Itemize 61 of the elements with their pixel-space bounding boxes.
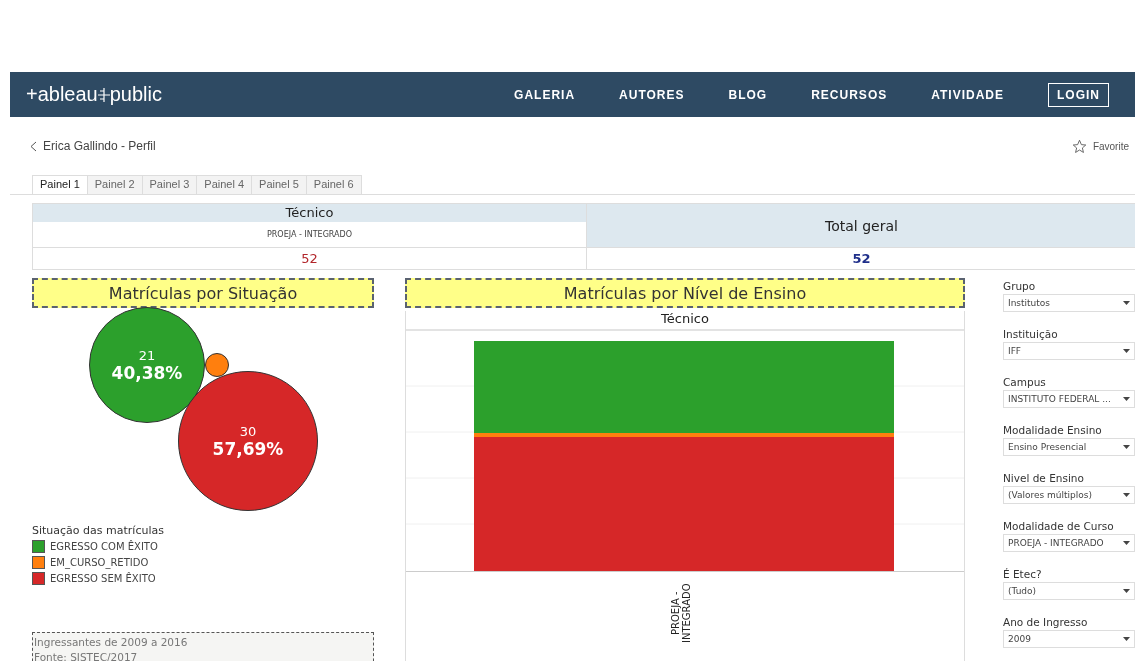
tab[interactable]: Painel 4 (196, 175, 253, 194)
filter-label: Ano de Ingresso (1003, 616, 1089, 628)
filter-dropdown[interactable]: (Tudo) (1003, 582, 1135, 600)
tab[interactable]: Painel 3 (141, 175, 198, 194)
logo-text[interactable]: +ableau (26, 83, 98, 106)
nav-link[interactable]: RECURSOS (811, 87, 888, 102)
filter-dropdown[interactable]: (Valores múltiplos) (1003, 486, 1135, 504)
note-text: Ingressantes de 2009 a 2016 (34, 635, 189, 650)
nav-link[interactable]: ATIVIDADE (931, 87, 1004, 102)
legend-label: EGRESSO SEM ÊXITO (50, 573, 156, 584)
star-icon (1071, 138, 1087, 154)
chevron-left-icon (30, 140, 37, 152)
legend-label: EM_CURSO_RETIDO (50, 557, 149, 568)
logo-text[interactable]: public (109, 83, 162, 106)
filter-dropdown[interactable]: 2009 (1003, 630, 1135, 648)
legend-title: Situação das matrículas (32, 524, 165, 537)
nav-link[interactable]: BLOG (728, 87, 768, 102)
caret-icon (1123, 445, 1130, 449)
caret-icon (1123, 493, 1130, 497)
panel-title: Matrículas por Nível de Ensino (405, 278, 965, 308)
table-cell: 52 (586, 248, 1135, 269)
tab[interactable]: Painel 1 (32, 175, 88, 194)
nav-link[interactable]: AUTORES (619, 87, 685, 102)
filter-label: Grupo (1003, 280, 1037, 292)
login-button[interactable]: LOGIN (1048, 82, 1109, 107)
filter-label: Instituição (1003, 328, 1059, 340)
column-header: Total geral (586, 204, 1135, 248)
filter-dropdown[interactable]: INSTITUTO FEDERAL ... (1003, 390, 1135, 408)
caret-icon (1123, 301, 1130, 305)
filter-label: Modalidade de Curso (1003, 520, 1115, 532)
filter-label: Campus (1003, 376, 1047, 388)
back-link[interactable]: Erica Gallindo - Perfil (30, 139, 156, 153)
bubble-count: 30 (239, 423, 257, 439)
caret-icon (1123, 397, 1130, 401)
tab[interactable]: Painel 2 (86, 175, 143, 194)
filter-label: Nivel de Ensino (1003, 472, 1085, 484)
caret-icon (1123, 637, 1130, 641)
row-header: PROEJA - INTEGRADO (33, 222, 586, 248)
column-header: Técnico (406, 311, 964, 331)
filter-dropdown[interactable]: PROEJA - INTEGRADO (1003, 534, 1135, 552)
caret-icon (1123, 541, 1130, 545)
filter-dropdown[interactable]: IFF (1003, 342, 1135, 360)
sparkle-icon (97, 87, 110, 102)
favorite-button[interactable]: Favorite (1071, 138, 1129, 154)
filter-dropdown[interactable]: Ensino Presencial (1003, 438, 1135, 456)
axis-label: PROEJA - INTEGRADO (670, 582, 693, 645)
tab[interactable]: Painel 5 (251, 175, 307, 194)
column-header: Técnico (33, 204, 586, 222)
nav-link[interactable]: GALERIA (514, 87, 576, 102)
table-cell-text: 52 (300, 250, 319, 268)
bubble[interactable] (205, 353, 229, 377)
bubble-count: 21 (138, 347, 156, 363)
filter-label: Modalidade Ensino (1003, 424, 1103, 436)
tab[interactable]: Painel 6 (305, 175, 362, 194)
caret-icon (1123, 589, 1130, 593)
legend-label: EGRESSO COM ÊXITO (50, 541, 158, 552)
filter-label: É Etec? (1003, 568, 1043, 580)
caret-icon (1123, 349, 1130, 353)
panel-title: Matrículas por Situação (32, 278, 374, 308)
filter-dropdown[interactable]: Institutos (1003, 294, 1135, 312)
bubble-percent: 57,69% (212, 438, 284, 459)
